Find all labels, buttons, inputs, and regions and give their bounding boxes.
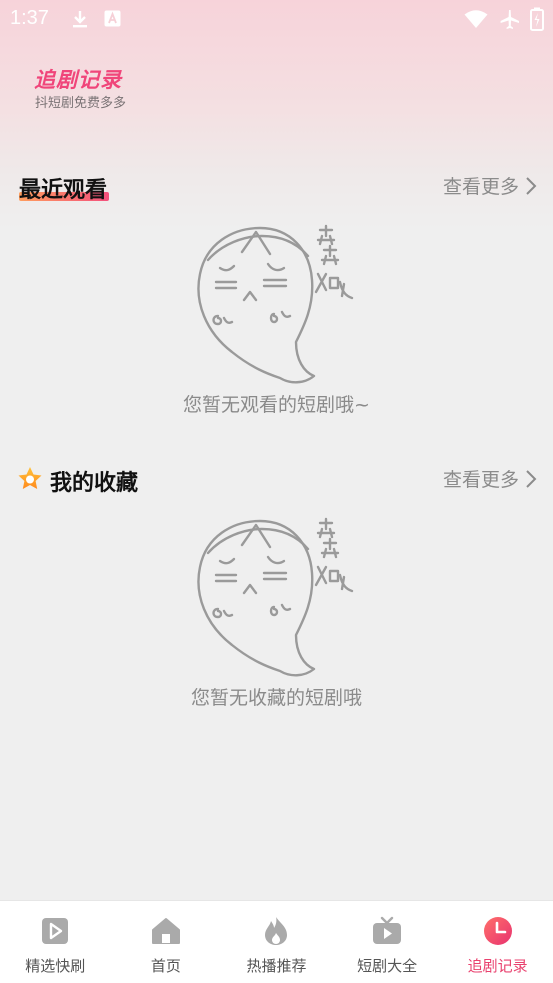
status-time: 1:37 [10, 7, 49, 29]
empty-ghost-illustration [197, 224, 354, 384]
chevron-right-icon [526, 176, 537, 195]
nav-label: 短剧大全 [357, 957, 418, 975]
screen: 1:37 追剧记录 抖短剧免费多多 最近观看 查看更多 您暂无观看的短剧哦~ 我… [0, 0, 553, 983]
status-bar: 1:37 [0, 0, 553, 38]
airplane-icon [500, 10, 519, 29]
flame-icon [265, 917, 288, 945]
see-more-label: 查看更多 [442, 176, 519, 198]
home-icon [151, 918, 180, 944]
chevron-right-icon [526, 469, 537, 488]
nav-item-featured[interactable]: 精选快刷 [0, 901, 111, 983]
clock-icon [483, 917, 512, 945]
battery-icon [530, 7, 544, 31]
see-more-label: 查看更多 [442, 469, 519, 491]
bottom-nav: 精选快刷 首页 热播推荐 短剧大全 追剧记录 [0, 900, 553, 983]
download-icon [73, 11, 87, 28]
app-subtitle: 抖短剧免费多多 [35, 96, 127, 111]
nav-item-watch-history[interactable]: 追剧记录 [442, 901, 553, 983]
favorites-empty-text: 您暂无收藏的短剧哦 [190, 687, 362, 709]
nav-item-drama-list[interactable]: 短剧大全 [332, 901, 443, 983]
empty-ghost-illustration [197, 517, 354, 677]
nav-label: 精选快刷 [25, 957, 86, 975]
favorites-section-title: 我的收藏 [50, 471, 139, 496]
nav-label: 首页 [150, 957, 181, 975]
favorites-see-more-link[interactable]: 查看更多 [443, 465, 537, 492]
nav-item-home[interactable]: 首页 [111, 901, 222, 983]
recent-section-title: 最近观看 [19, 172, 107, 204]
nav-item-hot[interactable]: 热播推荐 [221, 901, 332, 983]
nav-label: 追剧记录 [467, 957, 528, 975]
recent-section-title-text: 最近观看 [19, 178, 108, 203]
wifi-icon [464, 10, 488, 28]
a-notification-icon [104, 10, 121, 27]
play-square-icon [42, 918, 69, 944]
tv-icon [373, 916, 402, 944]
page-title-logo: 追剧记录 [34, 68, 122, 92]
recent-see-more-link[interactable]: 查看更多 [443, 172, 537, 199]
recent-empty-text: 您暂无观看的短剧哦~ [183, 394, 370, 416]
nav-label: 热播推荐 [246, 957, 307, 975]
star-badge-icon [18, 467, 42, 489]
